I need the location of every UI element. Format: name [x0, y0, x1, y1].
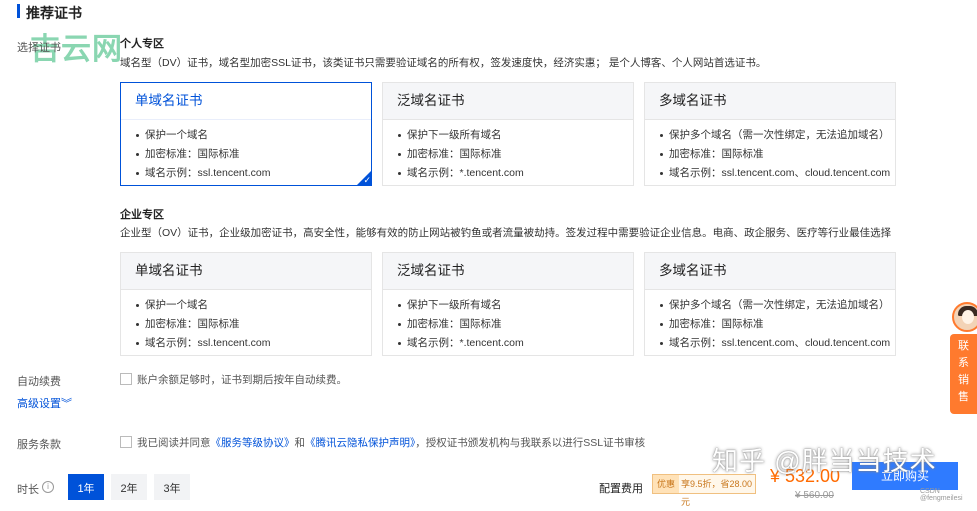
avatar [952, 302, 977, 332]
advanced-settings-label: 高级设置 [17, 398, 61, 410]
cert-feature: 加密标准：国际标准 [660, 315, 895, 334]
cert-feature: 保护下一级所有域名 [398, 126, 633, 145]
cert-card-title: 单域名证书 [121, 253, 371, 290]
cert-card-enterprise-multi[interactable]: 多域名证书 保护多个域名（需一次性绑定，无法追加域名） 加密标准：国际标准 域名… [644, 252, 896, 356]
cert-feature: 保护下一级所有域名 [398, 296, 633, 315]
cert-feature: 加密标准：国际标准 [398, 145, 633, 164]
enterprise-section-title: 企业专区 [120, 209, 164, 221]
personal-section-desc: 域名型（DV）证书，域名型加密SSL证书，该类证书只需要验证域名的所有权，签发速… [120, 57, 767, 69]
selected-corner: ✓ [356, 170, 372, 186]
privacy-statement-link[interactable]: 《腾讯云隐私保护声明》 [305, 437, 415, 449]
cert-feature: 域名示例：*.tencent.com [398, 334, 633, 353]
cert-card-personal-single[interactable]: 单域名证书 保护一个域名 加密标准：国际标准 域名示例：ssl.tencent.… [120, 82, 372, 186]
cert-card-personal-wildcard[interactable]: 泛域名证书 保护下一级所有域名 加密标准：国际标准 域名示例：*.tencent… [382, 82, 634, 186]
personal-section-title: 个人专区 [120, 38, 164, 50]
accent-bar [17, 4, 20, 18]
duration-option-3y[interactable]: 3年 [154, 474, 190, 500]
cert-feature: 加密标准：国际标准 [136, 145, 371, 164]
terms-suffix: ，授权证书颁发机构与我联系以进行SSL证书审核 [415, 437, 646, 449]
cert-feature: 保护一个域名 [136, 296, 371, 315]
config-fee-label: 配置费用 [599, 483, 643, 495]
cert-feature: 域名示例：ssl.tencent.com [136, 334, 371, 353]
terms-checkbox[interactable] [120, 436, 132, 448]
cert-card-title: 单域名证书 [121, 83, 371, 120]
contact-sales-body: 联系销售 [950, 334, 977, 414]
cert-feature: 保护多个域名（需一次性绑定，无法追加域名） [660, 126, 895, 145]
discount-tag: 优惠 [653, 475, 680, 493]
cert-card-title: 多域名证书 [645, 83, 895, 120]
check-icon: ✓ [363, 175, 371, 185]
section-header: 推荐证书 [0, 0, 977, 22]
zhihu-watermark: 知乎 @胖当当技术 [712, 446, 937, 476]
cert-card-personal-multi[interactable]: 多域名证书 保护多个域名（需一次性绑定，无法追加域名） 加密标准：国际标准 域名… [644, 82, 896, 186]
duration-option-2y[interactable]: 2年 [111, 474, 147, 500]
terms-and: 和 [294, 437, 306, 449]
enterprise-section-desc: 企业型（OV）证书，企业级加密证书，高安全性，能够有效的防止网站被钓鱼或者流量被… [120, 227, 892, 239]
cert-card-enterprise-wildcard[interactable]: 泛域名证书 保护下一级所有域名 加密标准：国际标准 域名示例：*.tencent… [382, 252, 634, 356]
select-cert-label: 选择证书 [17, 42, 61, 54]
contact-sales-label: 联系销售 [958, 340, 969, 403]
cert-feature: 域名示例：*.tencent.com [398, 164, 633, 183]
cert-feature: 保护一个域名 [136, 126, 371, 145]
duration-option-1y[interactable]: 1年 [68, 474, 104, 500]
auto-renew-checkbox[interactable] [120, 373, 132, 385]
cert-card-enterprise-single[interactable]: 单域名证书 保护一个域名 加密标准：国际标准 域名示例：ssl.tencent.… [120, 252, 372, 356]
advanced-settings-toggle[interactable]: 高级设置︾ [17, 395, 72, 411]
cert-card-title: 泛域名证书 [383, 253, 633, 290]
contact-sales-tab[interactable]: 联系销售 [950, 302, 977, 414]
auto-renew-text: 账户余额足够时，证书到期后按年自动续费。 [137, 374, 347, 386]
cert-card-title: 泛域名证书 [383, 83, 633, 120]
cert-feature: 域名示例：ssl.tencent.com [136, 164, 371, 183]
double-chevron-down-icon: ︾ [61, 398, 72, 410]
terms-text: 我已阅读并同意《服务等级协议》和《腾讯云隐私保护声明》，授权证书颁发机构与我联系… [137, 435, 645, 450]
cert-feature: 加密标准：国际标准 [660, 145, 895, 164]
service-agreement-link[interactable]: 《服务等级协议》 [211, 437, 295, 449]
cert-card-title: 多域名证书 [645, 253, 895, 290]
auto-renew-label: 自动续费 [17, 376, 61, 388]
terms-prefix: 我已阅读并同意 [137, 437, 211, 449]
cert-feature: 加密标准：国际标准 [398, 315, 633, 334]
cert-feature: 加密标准：国际标准 [136, 315, 371, 334]
cert-feature: 保护多个域名（需一次性绑定，无法追加域名） [660, 296, 895, 315]
cert-feature: 域名示例：ssl.tencent.com、cloud.tencent.com [660, 164, 895, 183]
terms-label: 服务条款 [17, 439, 61, 451]
discount-text: 享9.5折，省28.00元 [681, 479, 753, 507]
page-title: 推荐证书 [26, 5, 82, 21]
cert-feature: 域名示例：ssl.tencent.com、cloud.tencent.com [660, 334, 895, 353]
original-price: ¥ 560.00 [795, 490, 834, 501]
